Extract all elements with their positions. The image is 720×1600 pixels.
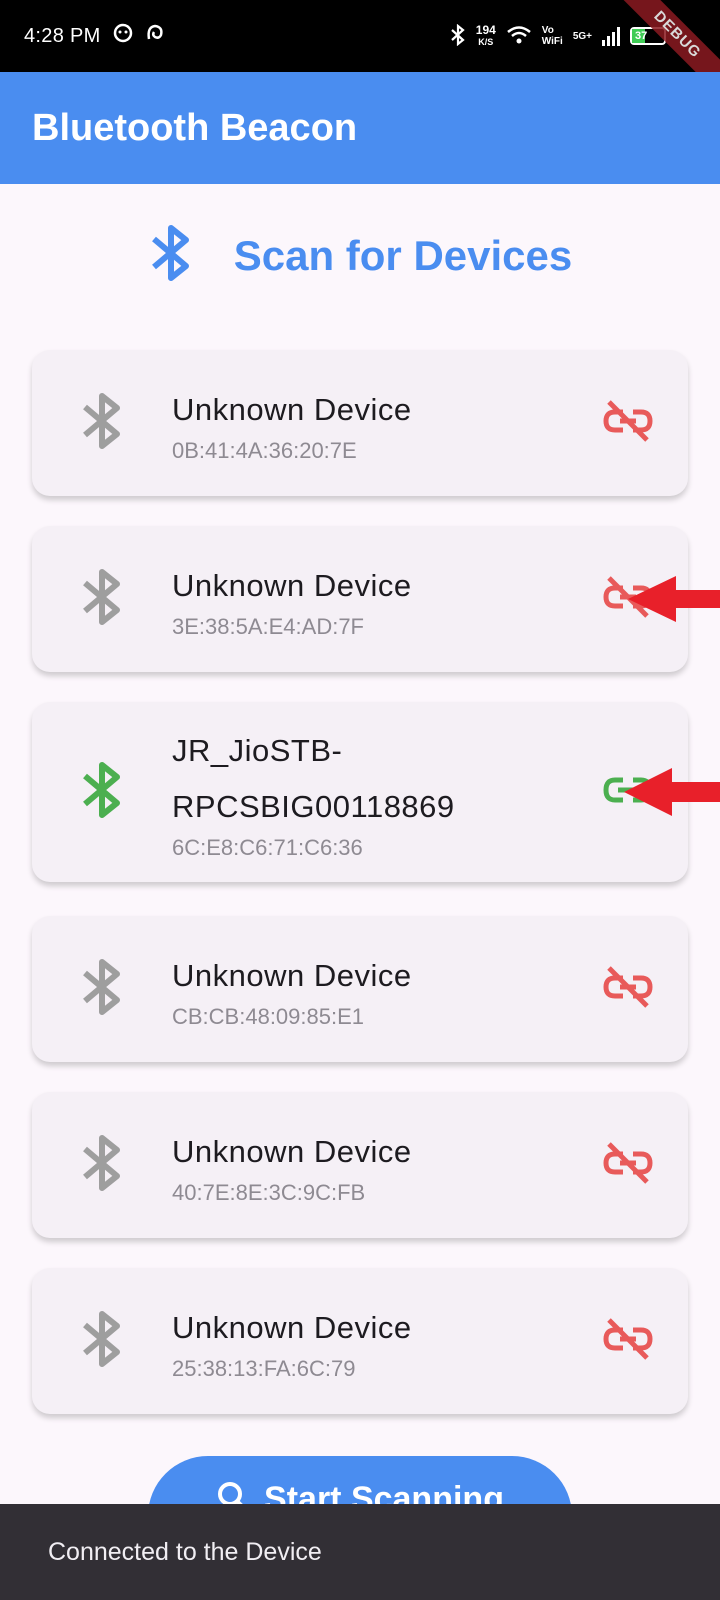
device-address: 40:7E:8E:3C:9C:FB (172, 1180, 366, 1205)
bluetooth-device-icon (80, 1132, 124, 1199)
snackbar: Connected to the Device (0, 1504, 720, 1600)
scan-heading: Scan for Devices (0, 222, 720, 289)
network-type: 5G+ (572, 30, 592, 42)
device-name: Unknown Device (172, 958, 412, 993)
device-address: CB:CB:48:09:85:E1 (172, 1004, 365, 1029)
network-speed: 194 K/S (475, 23, 496, 47)
device-card[interactable]: JR_JioSTB- RPCSBIG00118869 6C:E8:C6:71:C… (32, 702, 688, 882)
link-off-icon[interactable] (603, 1140, 653, 1191)
bluetooth-device-icon (80, 566, 124, 633)
device-address: 0B:41:4A:36:20:7E (172, 438, 357, 463)
device-name-line1: JR_JioSTB- (172, 733, 343, 768)
bluetooth-status-icon (450, 23, 466, 49)
device-name-line2: RPCSBIG00118869 (172, 789, 455, 824)
device-card[interactable]: Unknown Device 0B:41:4A:36:20:7E (32, 350, 688, 496)
bluetooth-icon (148, 222, 194, 289)
link-off-icon[interactable] (603, 964, 653, 1015)
device-card[interactable]: Unknown Device CB:CB:48:09:85:E1 (32, 916, 688, 1062)
device-name: Unknown Device (172, 568, 412, 603)
device-card[interactable]: Unknown Device 40:7E:8E:3C:9C:FB (32, 1092, 688, 1238)
wifi-icon (506, 25, 532, 48)
signal-icon (602, 26, 620, 46)
bluetooth-device-icon (80, 759, 124, 826)
annotation-arrow (628, 576, 720, 622)
snackbar-message: Connected to the Device (48, 1537, 322, 1566)
app-notification-icon (145, 23, 165, 49)
device-address: 3E:38:5A:E4:AD:7F (172, 614, 364, 639)
bluetooth-device-icon (80, 1308, 124, 1375)
notification-icon (113, 23, 133, 49)
battery-level: 37 (635, 30, 648, 42)
app-bar: Bluetooth Beacon (0, 72, 720, 184)
status-time: 4:28 PM (24, 24, 101, 47)
vowifi-indicator: Vo WiFi (541, 25, 563, 47)
device-name: Unknown Device (172, 1310, 412, 1345)
device-card[interactable]: Unknown Device 25:38:13:FA:6C:79 (32, 1268, 688, 1414)
annotation-arrow (624, 768, 720, 816)
bluetooth-device-icon (80, 390, 124, 457)
device-address: 6C:E8:C6:71:C6:36 (172, 835, 363, 860)
status-bar: 4:28 PM 194 K/S Vo WiFi 5G+ 37 DEBUG (0, 0, 720, 105)
bluetooth-device-icon (80, 956, 124, 1023)
device-card[interactable]: Unknown Device 3E:38:5A:E4:AD:7F (32, 526, 688, 672)
link-off-icon[interactable] (603, 1316, 653, 1367)
device-name: Unknown Device (172, 392, 412, 427)
app-title: Bluetooth Beacon (32, 106, 358, 149)
scan-title: Scan for Devices (233, 231, 573, 279)
device-address: 25:38:13:FA:6C:79 (172, 1356, 356, 1381)
device-name: Unknown Device (172, 1134, 412, 1169)
link-off-icon[interactable] (603, 398, 653, 449)
